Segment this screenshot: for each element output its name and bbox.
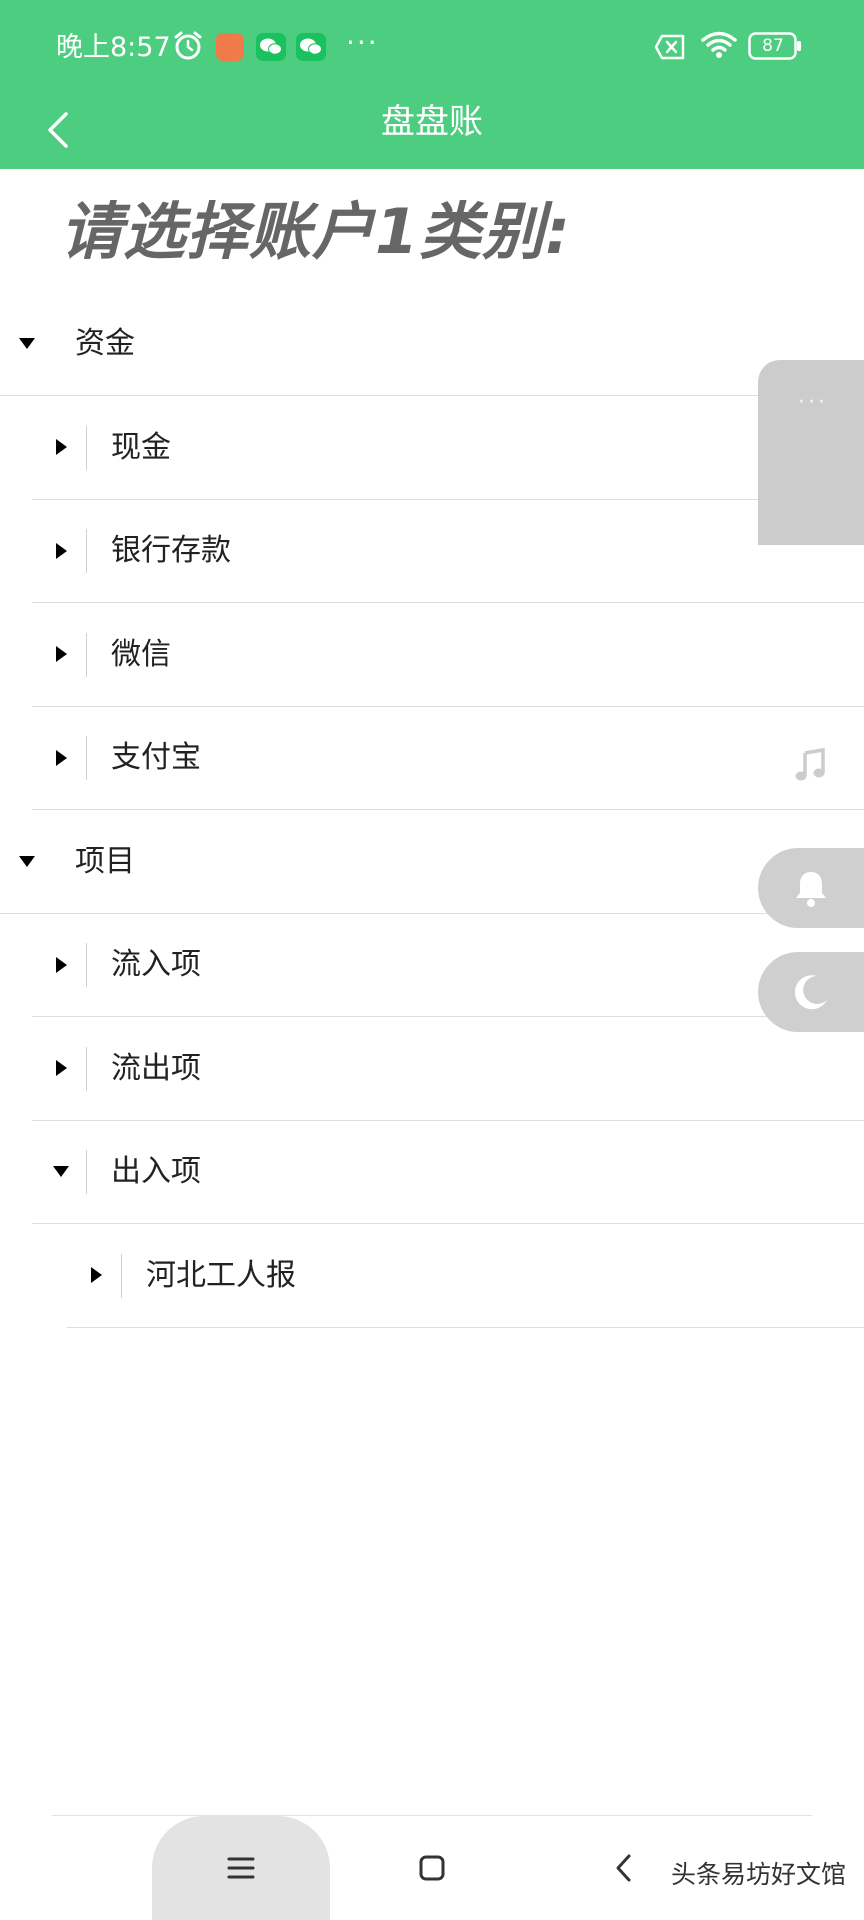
caret-right-icon[interactable] bbox=[46, 396, 76, 499]
tree-node[interactable]: 微信 bbox=[32, 603, 864, 707]
wechat-notification-icon bbox=[296, 33, 326, 61]
tree-node[interactable]: 河北工人报 bbox=[67, 1224, 864, 1328]
select-category-heading: 请选择账户1类别: bbox=[60, 195, 571, 268]
tree-node-divider bbox=[86, 1046, 87, 1091]
tree-node-label: 流入项 bbox=[111, 947, 201, 982]
status-time: 晚上8:57 bbox=[56, 32, 171, 63]
tree-node-divider bbox=[86, 529, 87, 573]
tree-node[interactable]: 现金 bbox=[32, 396, 864, 500]
tree-node[interactable]: 流入项 bbox=[32, 913, 864, 1017]
tree-node-divider bbox=[121, 1253, 122, 1298]
app-header: 晚上8:57 ··· 87 盘盘账 bbox=[0, 0, 864, 169]
tree-node-label: 出入项 bbox=[111, 1154, 201, 1189]
status-bar: 晚上8:57 ··· 87 bbox=[0, 0, 864, 94]
tree-node-divider bbox=[86, 632, 87, 677]
dark-mode-button[interactable] bbox=[758, 952, 864, 1032]
back-triangle-icon bbox=[616, 1854, 631, 1882]
caret-right-icon[interactable] bbox=[46, 1017, 76, 1120]
home-square-icon bbox=[419, 1855, 445, 1881]
caret-down-icon[interactable] bbox=[46, 1120, 76, 1223]
tree-node-label: 现金 bbox=[111, 429, 171, 465]
alarm-clock-icon bbox=[174, 31, 202, 60]
tree-node-divider bbox=[86, 736, 87, 780]
menu-icon bbox=[227, 1857, 255, 1879]
caret-down-icon[interactable] bbox=[12, 810, 42, 913]
app-bar: 盘盘账 bbox=[0, 94, 864, 169]
battery-level: 87 bbox=[762, 36, 784, 56]
notification-button[interactable] bbox=[758, 848, 864, 928]
tree-node-divider bbox=[86, 1150, 87, 1194]
caret-right-icon[interactable] bbox=[46, 913, 76, 1016]
menu-nav-button[interactable] bbox=[152, 1816, 330, 1920]
tree-node-label: 银行存款 bbox=[111, 533, 231, 568]
tree-node-label: 项目 bbox=[75, 843, 135, 879]
page-title: 盘盘账 bbox=[381, 102, 483, 142]
moon-icon bbox=[794, 975, 827, 1010]
tree-node[interactable]: 银行存款 bbox=[32, 499, 864, 603]
shopping-app-notification-icon bbox=[216, 33, 244, 61]
caret-right-icon[interactable] bbox=[46, 499, 76, 602]
more-notifications-icon: ··· bbox=[346, 26, 379, 59]
tree-node[interactable]: 项目 bbox=[0, 810, 864, 914]
tree-node-label: 微信 bbox=[111, 636, 171, 672]
no-sim-icon bbox=[654, 34, 685, 60]
wifi-icon bbox=[701, 31, 737, 58]
tree-node[interactable]: 流出项 bbox=[32, 1017, 864, 1121]
caret-right-icon[interactable] bbox=[81, 1224, 111, 1327]
tree-node-label: 流出项 bbox=[111, 1050, 201, 1086]
music-button[interactable] bbox=[758, 725, 864, 805]
tree-node[interactable]: 出入项 bbox=[32, 1120, 864, 1224]
music-note-icon bbox=[795, 747, 825, 781]
caret-right-icon[interactable] bbox=[46, 706, 76, 809]
caret-down-icon[interactable] bbox=[12, 292, 42, 395]
more-icon: ··· bbox=[798, 390, 828, 415]
watermark: 头条易坊好文馆 bbox=[670, 1860, 846, 1889]
tree-node[interactable]: 支付宝 bbox=[32, 706, 864, 810]
caret-right-icon[interactable] bbox=[46, 603, 76, 706]
tree-node[interactable]: 资金 bbox=[0, 292, 864, 396]
tree-node-divider bbox=[86, 425, 87, 470]
tree-node-label: 资金 bbox=[75, 326, 135, 361]
home-nav-button[interactable] bbox=[404, 1816, 460, 1920]
tree-node-label: 河北工人报 bbox=[146, 1257, 296, 1293]
side-panel-handle[interactable]: ··· bbox=[758, 360, 864, 545]
back-nav-button[interactable] bbox=[596, 1816, 652, 1920]
wechat-notification-icon bbox=[256, 33, 286, 61]
tree-node-divider bbox=[86, 943, 87, 987]
bell-icon bbox=[796, 872, 826, 907]
tree-node-label: 支付宝 bbox=[111, 740, 201, 775]
battery-icon: 87 bbox=[748, 32, 802, 60]
